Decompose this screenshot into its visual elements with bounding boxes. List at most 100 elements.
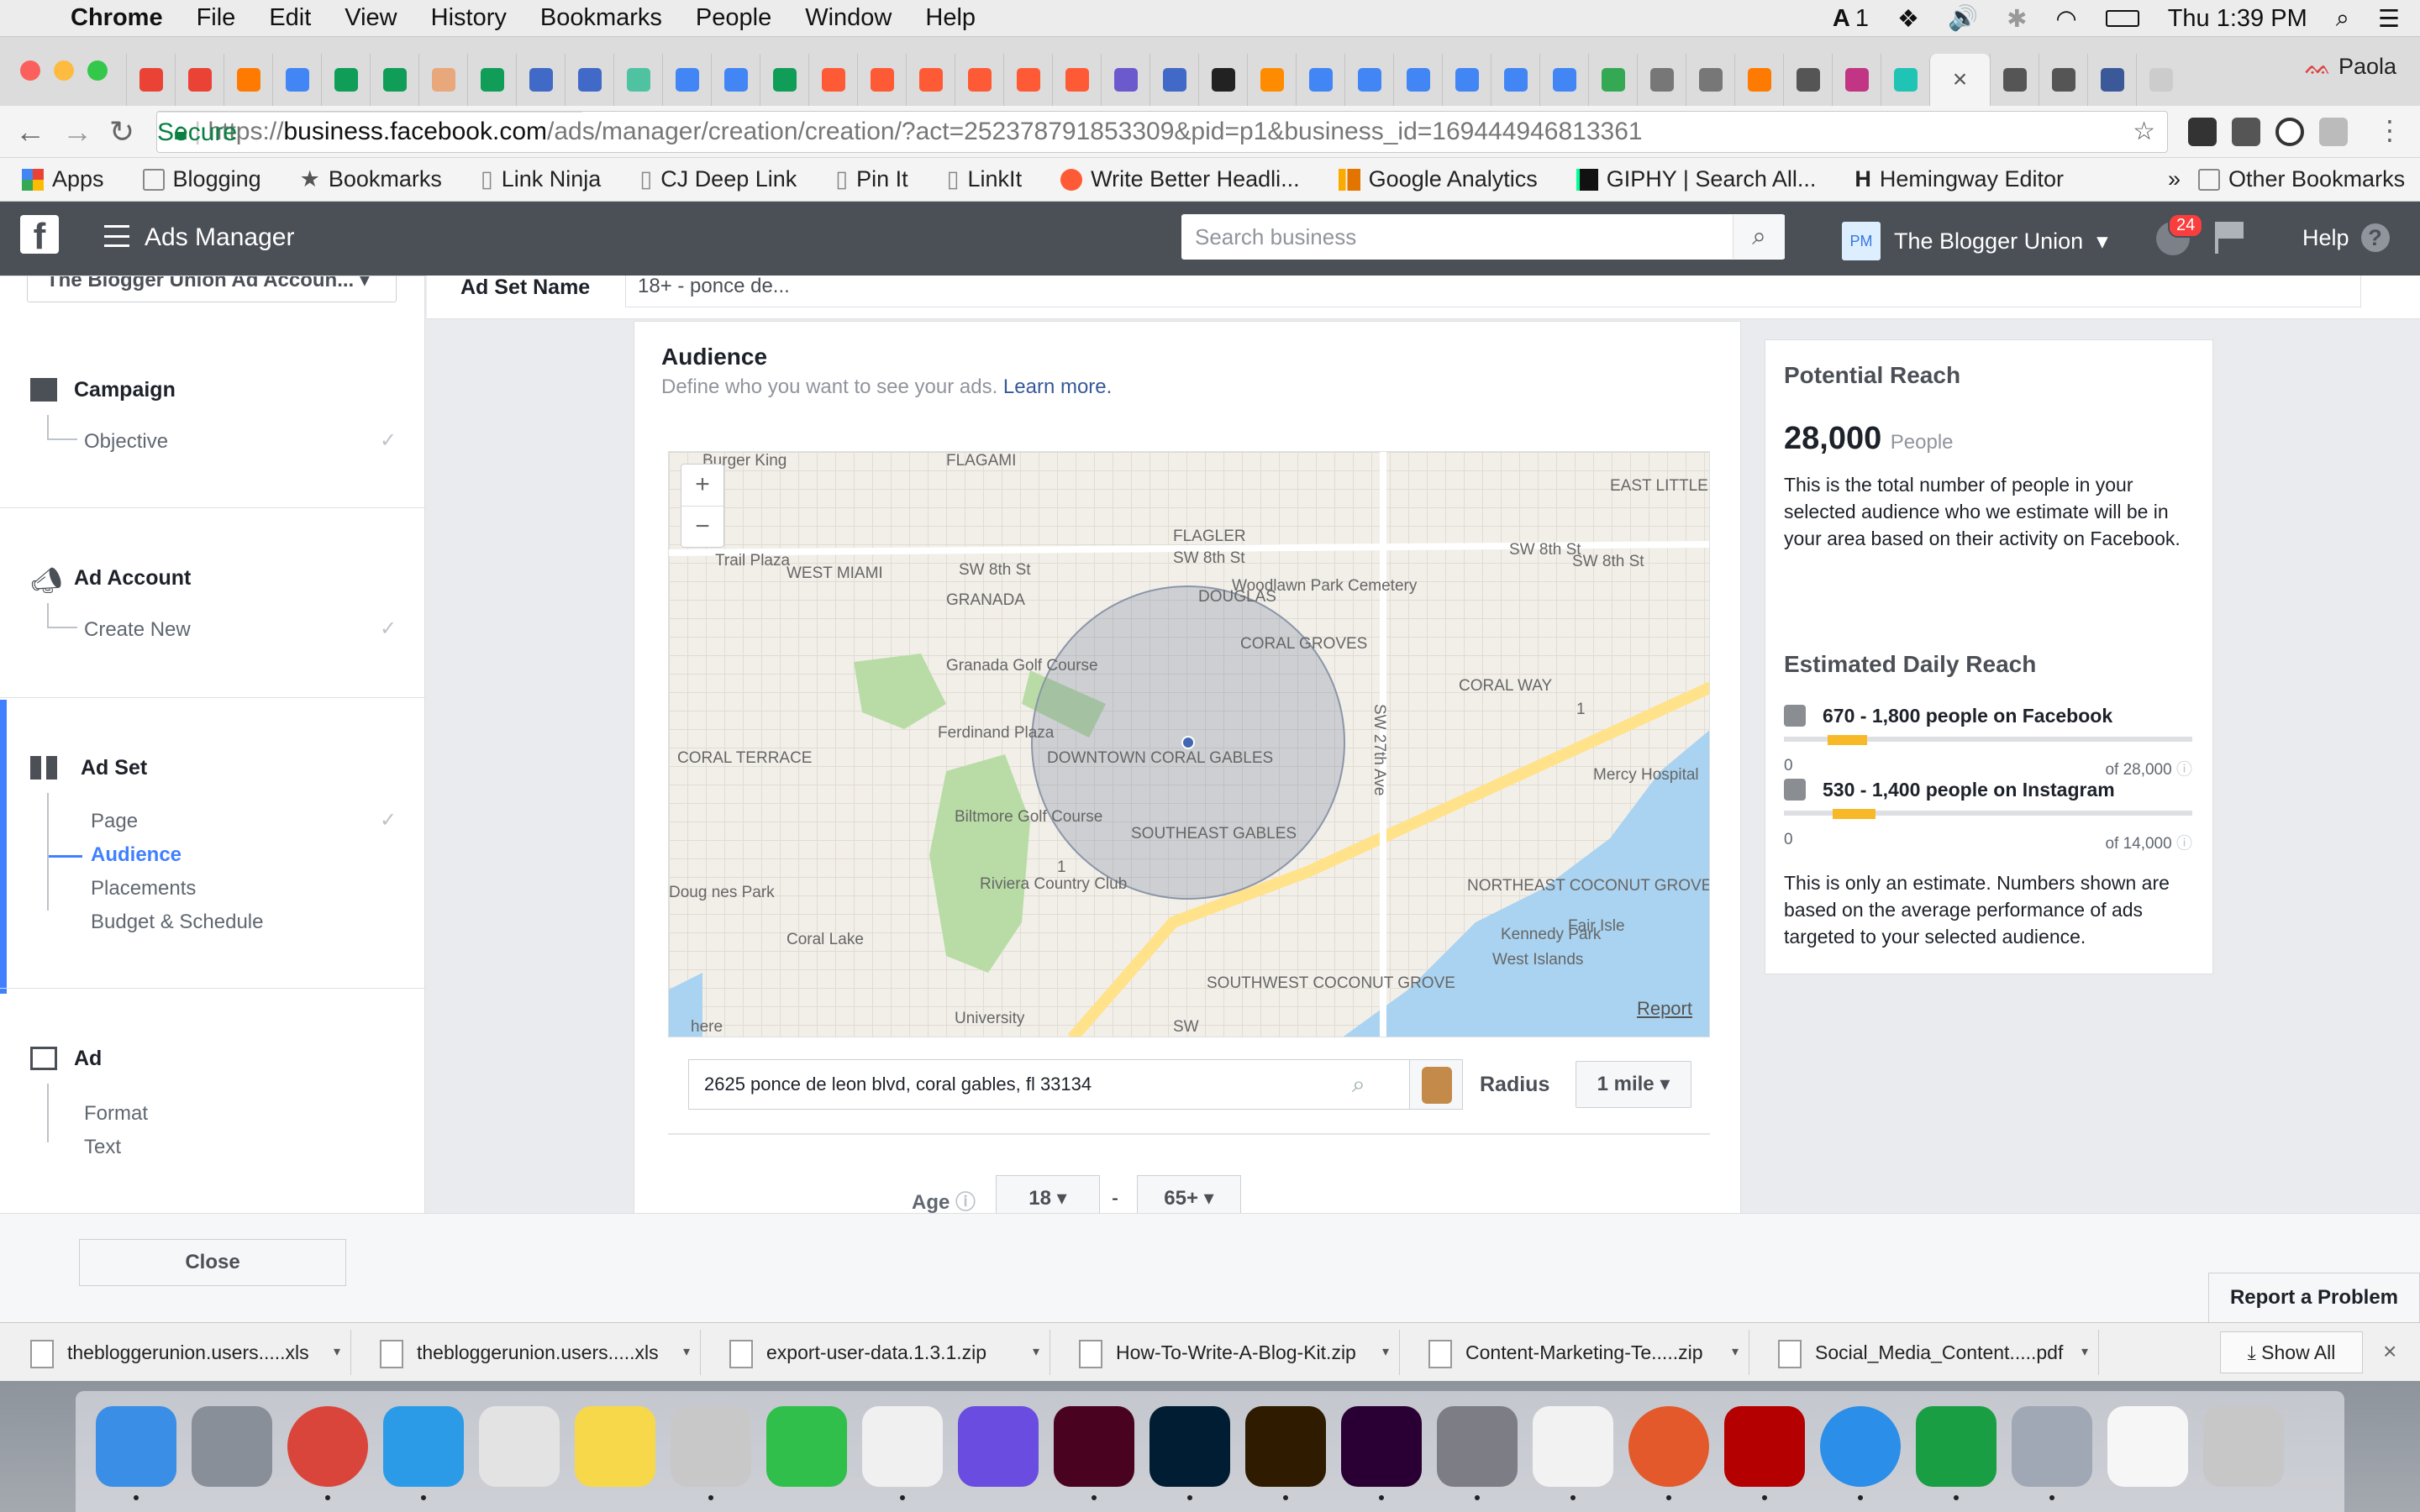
browser-tab[interactable]: [126, 54, 175, 106]
minimize-window-button[interactable]: [54, 60, 74, 81]
ad-account-select[interactable]: The Blogger Union Ad Accoun... ▾: [27, 276, 397, 302]
menu-history[interactable]: History: [431, 4, 507, 32]
info-icon[interactable]: ⓘ: [2176, 835, 2192, 853]
bookmark-link-ninja[interactable]: ▯ Link Ninja: [481, 166, 601, 192]
browser-tab[interactable]: [1442, 54, 1491, 106]
dock-app-icon[interactable]: [766, 1406, 847, 1487]
dock-app-icon[interactable]: [2203, 1406, 2284, 1487]
browser-tab[interactable]: [1588, 54, 1637, 106]
volume-icon[interactable]: 🔊: [1948, 4, 1978, 33]
bookmark-giphy[interactable]: GIPHY | Search All...: [1576, 166, 1816, 192]
bookmark-linkit[interactable]: ▯ LinkIt: [947, 166, 1022, 192]
business-account-switcher[interactable]: PM The Blogger Union ▾: [1842, 222, 2108, 260]
info-icon[interactable]: ⓘ: [955, 1191, 976, 1213]
browser-tab[interactable]: [1003, 54, 1052, 106]
browser-tab[interactable]: [1637, 54, 1686, 106]
browser-tab[interactable]: [1686, 54, 1734, 106]
browser-tab[interactable]: [370, 54, 418, 106]
spotlight-icon[interactable]: ⌕: [2336, 5, 2349, 33]
browser-tab[interactable]: [711, 54, 760, 106]
browser-tab[interactable]: [1881, 54, 1929, 106]
browser-tab[interactable]: [516, 54, 565, 106]
search-icon[interactable]: ⌕: [1352, 1071, 1365, 1099]
menu-help[interactable]: Help: [925, 4, 976, 32]
dock-app-icon[interactable]: [383, 1406, 464, 1487]
dock-app-icon[interactable]: [2107, 1406, 2188, 1487]
bookmark-pin-it[interactable]: ▯ Pin It: [835, 166, 908, 192]
notification-center-icon[interactable]: ☰: [2378, 4, 2400, 34]
buffer-extension-icon[interactable]: [2188, 118, 2217, 146]
chevron-down-icon[interactable]: ▾: [1732, 1330, 1739, 1375]
age-max-select[interactable]: 65+ ▾: [1137, 1175, 1241, 1213]
location-map[interactable]: WEST MIAMI SW 8th St SW 8th St SW 8th St SW …: [668, 451, 1710, 1037]
nav-format[interactable]: Format: [84, 1102, 148, 1126]
nav-page[interactable]: Page: [91, 810, 138, 833]
radius-select[interactable]: 1 mile ▾: [1576, 1061, 1691, 1108]
chrome-menu-icon[interactable]: ⋮: [2376, 114, 2403, 146]
help-button[interactable]: Help?: [2302, 223, 2390, 252]
browser-tab[interactable]: [272, 54, 321, 106]
menu-file[interactable]: File: [197, 4, 236, 32]
close-window-button[interactable]: [20, 60, 40, 81]
learn-more-link[interactable]: Learn more.: [1003, 375, 1112, 398]
bookmarks-overflow[interactable]: »: [2168, 166, 2181, 192]
zoom-window-button[interactable]: [87, 60, 108, 81]
dock-app-icon[interactable]: [1437, 1406, 1518, 1487]
zoom-out-button[interactable]: −: [681, 507, 723, 549]
age-min-select[interactable]: 18 ▾: [996, 1175, 1100, 1213]
download-item[interactable]: How-To-Write-A-Blog-Kit.zip ▾: [1055, 1330, 1400, 1375]
dock-app-icon[interactable]: [1533, 1406, 1613, 1487]
browser-tab[interactable]: [175, 54, 224, 106]
nav-text[interactable]: Text: [84, 1136, 121, 1159]
browser-tab[interactable]: [1393, 54, 1442, 106]
bookmark-hemingway[interactable]: H Hemingway Editor: [1854, 166, 2064, 192]
dock-app-icon[interactable]: [287, 1406, 368, 1487]
browser-tab[interactable]: [1344, 54, 1393, 106]
browser-tab[interactable]: [1198, 54, 1247, 106]
dock-app-icon[interactable]: [671, 1406, 751, 1487]
bookmark-blogging[interactable]: Blogging: [142, 166, 261, 192]
dock-app-icon[interactable]: [1916, 1406, 1996, 1487]
browser-tab[interactable]: [906, 54, 955, 106]
url-field[interactable]: 🔒︎ Secure | https://business.facebook.co…: [156, 111, 2168, 153]
clock[interactable]: Thu 1:39 PM: [2168, 5, 2307, 33]
chevron-down-icon[interactable]: ▾: [2081, 1330, 2088, 1375]
dock-app-icon[interactable]: [958, 1406, 1039, 1487]
dock-app-icon[interactable]: [2012, 1406, 2092, 1487]
flag-icon[interactable]: [2215, 222, 2244, 254]
browser-tab[interactable]: [1539, 54, 1588, 106]
menu-people[interactable]: People: [696, 4, 771, 32]
browser-tab[interactable]: [662, 54, 711, 106]
browser-tab[interactable]: [1832, 54, 1881, 106]
dock-app-icon[interactable]: [1341, 1406, 1422, 1487]
menu-app[interactable]: Chrome: [71, 4, 163, 32]
profile-button[interactable]: ᨐ Paola: [2305, 54, 2396, 81]
nav-objective[interactable]: Objective: [84, 430, 168, 454]
close-downloads-icon[interactable]: ×: [2383, 1338, 2396, 1365]
browser-tab[interactable]: [613, 54, 662, 106]
extension-icon[interactable]: [2319, 118, 2348, 146]
download-item[interactable]: thebloggerunion.users.....xls ▾: [7, 1330, 351, 1375]
chevron-down-icon[interactable]: ▾: [1033, 1330, 1039, 1375]
menu-window[interactable]: Window: [805, 4, 892, 32]
browser-tab[interactable]: [1296, 54, 1344, 106]
browser-tab[interactable]: [1783, 54, 1832, 106]
browser-tab[interactable]: [321, 54, 370, 106]
menu-view[interactable]: View: [345, 4, 397, 32]
browser-tab[interactable]: [1101, 54, 1150, 106]
chevron-down-icon[interactable]: ▾: [1382, 1330, 1389, 1375]
browser-tab[interactable]: [1734, 54, 1783, 106]
browser-tab[interactable]: [565, 54, 613, 106]
dock-app-icon[interactable]: [1054, 1406, 1134, 1487]
dock-app-icon[interactable]: [96, 1406, 176, 1487]
bookmark-cj-deep-link[interactable]: ▯ CJ Deep Link: [639, 166, 797, 192]
browser-tab[interactable]: [1150, 54, 1198, 106]
browser-tab[interactable]: [1052, 54, 1101, 106]
menu-edit[interactable]: Edit: [269, 4, 311, 32]
dock-app-icon[interactable]: [192, 1406, 272, 1487]
dock-app-icon[interactable]: [575, 1406, 655, 1487]
browser-tab[interactable]: [955, 54, 1003, 106]
nav-budget-schedule[interactable]: Budget & Schedule: [91, 911, 264, 934]
ad-set-name-input[interactable]: 18+ - ponce de...: [625, 276, 2361, 307]
chevron-down-icon[interactable]: ▾: [683, 1330, 690, 1375]
